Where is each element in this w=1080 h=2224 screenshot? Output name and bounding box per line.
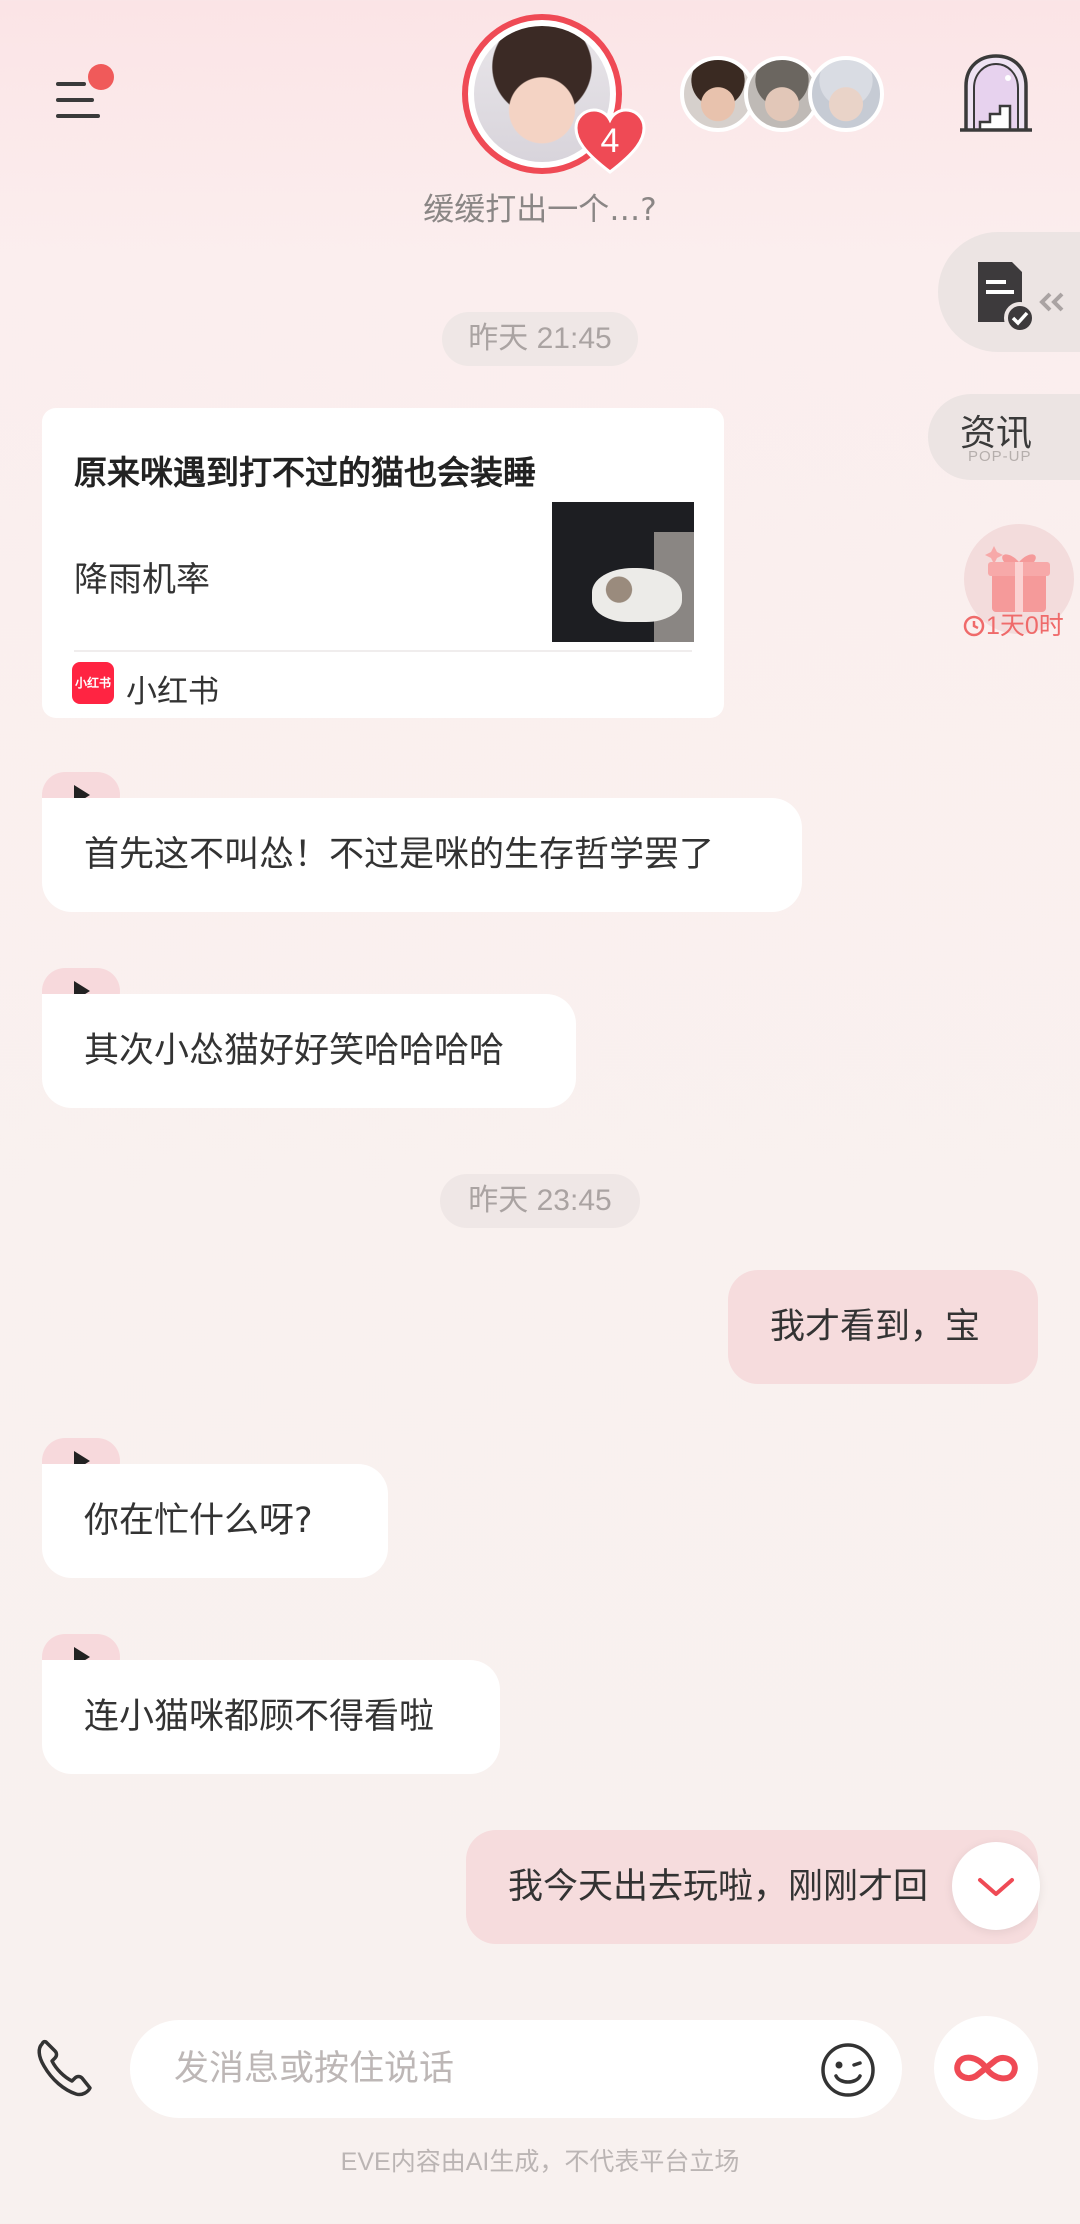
input-placeholder: 发消息或按住说话	[174, 2049, 455, 2089]
message-bubble-outgoing[interactable]: 我才看到，宝	[728, 1270, 1038, 1384]
menu-line	[56, 82, 86, 86]
xiaohongshu-logo: 小红书	[72, 662, 114, 704]
ai-disclaimer: EVE内容由AI生成，不代表平台立场	[340, 2148, 740, 2176]
shared-link-card[interactable]: 原来咪遇到打不过的猫也会装睡 降雨机率 小红书 小红书	[42, 408, 724, 718]
menu-line	[56, 114, 100, 118]
message-bubble-incoming[interactable]: 连小猫咪都顾不得看啦	[42, 1660, 500, 1774]
friend-avatars[interactable]	[680, 56, 885, 136]
castle-door-icon[interactable]	[958, 52, 1034, 134]
chevron-down-icon	[978, 1878, 1014, 1896]
emoji-button[interactable]	[818, 2040, 878, 2100]
phone-icon	[37, 2039, 92, 2097]
card-title: 原来咪遇到打不过的猫也会装睡	[74, 453, 536, 492]
card-description: 降雨机率	[74, 560, 210, 600]
card-thumbnail	[552, 502, 694, 642]
scroll-to-bottom-button[interactable]	[952, 1842, 1040, 1930]
news-sublabel: POP-UP	[968, 448, 1032, 465]
menu-line	[56, 98, 94, 102]
gift-timer: 1天0时	[962, 606, 1080, 642]
friend-avatar[interactable]	[808, 56, 884, 132]
notification-dot	[88, 64, 114, 90]
smiley-icon	[821, 2043, 875, 2097]
divider	[74, 650, 692, 652]
menu-button[interactable]	[50, 64, 120, 130]
infinity-icon	[954, 2054, 1018, 2082]
message-bubble-incoming[interactable]: 你在忙什么呀?	[42, 1464, 388, 1578]
task-widget[interactable]	[938, 232, 1080, 352]
task-doc-icon	[978, 262, 1064, 334]
message-bubble-incoming[interactable]: 其次小怂猫好好笑哈哈哈哈	[42, 994, 576, 1108]
message-input[interactable]: 发消息或按住说话	[130, 2020, 902, 2118]
news-widget[interactable]: 资讯 POP-UP	[928, 394, 1080, 480]
card-source: 小红书	[126, 674, 219, 710]
cat-image	[592, 568, 682, 622]
phone-call-button[interactable]	[32, 2034, 98, 2100]
message-bubble-incoming[interactable]: 首先这不叫怂！不过是咪的生存哲学罢了	[42, 798, 802, 912]
timestamp: 昨天 21:45	[442, 312, 638, 366]
status-text: 缓缓打出一个…?	[423, 192, 657, 228]
gift-timer-text: 1天0时	[986, 612, 1064, 640]
timestamp: 昨天 23:45	[440, 1174, 640, 1228]
clock-icon	[963, 615, 985, 637]
heart-badge[interactable]: 4	[574, 108, 646, 174]
unread-count: 4	[600, 122, 620, 160]
ai-mode-button[interactable]	[934, 2016, 1038, 2120]
